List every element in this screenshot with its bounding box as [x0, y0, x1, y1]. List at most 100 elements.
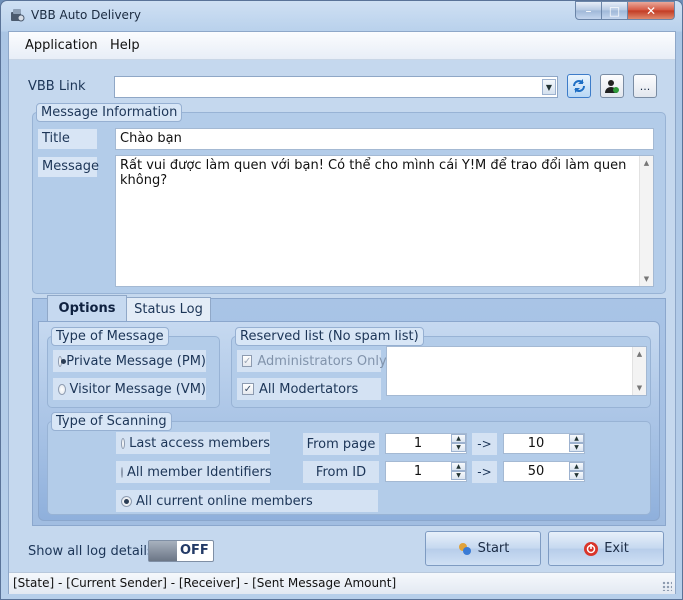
radio-unselected-icon	[58, 383, 66, 395]
from-id-arrow: ->	[472, 461, 497, 483]
spin-up-icon[interactable]: ▲	[451, 434, 466, 443]
menu-bar: Application Help	[9, 32, 675, 60]
from-id-end-value: 50	[527, 464, 545, 479]
app-icon	[11, 9, 25, 22]
refresh-icon	[573, 79, 585, 93]
options-panel: Type of Message Private Message (PM) Vis…	[38, 321, 660, 521]
start-icon	[458, 542, 471, 555]
exit-button[interactable]: Exit	[548, 531, 664, 566]
from-page-end-value: 10	[527, 436, 545, 451]
scroll-up-icon[interactable]: ▲	[633, 347, 646, 361]
power-icon	[584, 541, 599, 556]
tab-control: Options Status Log Type of Message Priva…	[32, 295, 666, 526]
user-button[interactable]	[600, 74, 624, 98]
message-label: Message	[38, 157, 99, 177]
from-page-start-stepper[interactable]: 1 ▲ ▼	[385, 433, 467, 454]
window-title: VBB Auto Delivery	[31, 8, 141, 22]
menu-help[interactable]: Help	[106, 38, 144, 53]
show-log-label: Show all log details	[28, 544, 154, 559]
browse-button[interactable]: ...	[633, 74, 657, 98]
visitor-message-label: Visitor Message (VM)	[69, 381, 207, 397]
message-text: Rất vui được làm quen với bạn! Có thể ch…	[120, 158, 627, 188]
radio-unselected-icon	[121, 437, 126, 449]
log-details-toggle[interactable]: OFF	[148, 540, 214, 562]
checkbox-all-moderators[interactable]: ✓ All Modertators	[237, 378, 381, 400]
status-bar: [State] - [Current Sender] - [Receiver] …	[9, 572, 675, 594]
all-current-online-members-label: All current online members	[136, 493, 313, 509]
title-input[interactable]: Chào bạn	[115, 128, 654, 150]
spin-down-icon[interactable]: ▼	[451, 443, 466, 452]
type-of-message-group: Type of Message Private Message (PM) Vis…	[47, 327, 220, 408]
spin-down-icon[interactable]: ▼	[569, 443, 584, 452]
vbb-link-label: VBB Link	[28, 79, 86, 94]
reserved-list-title: Reserved list (No spam list)	[235, 327, 424, 346]
scroll-down-icon[interactable]: ▼	[640, 272, 653, 286]
app-window: VBB Auto Delivery – □ ✕ Application Help…	[0, 0, 683, 600]
radio-visitor-message[interactable]: Visitor Message (VM)	[53, 378, 206, 400]
close-button[interactable]: ✕	[627, 1, 675, 20]
spin-up-icon[interactable]: ▲	[569, 462, 584, 471]
checkbox-checked-icon: ✓	[242, 383, 254, 395]
radio-selected-icon	[121, 495, 132, 507]
spin-down-icon[interactable]: ▼	[451, 471, 466, 480]
radio-unselected-icon	[121, 466, 123, 478]
menu-application[interactable]: Application	[21, 38, 102, 53]
from-page-label: From page	[303, 433, 379, 455]
spin-down-icon[interactable]: ▼	[569, 471, 584, 480]
title-label: Title	[38, 129, 97, 149]
radio-all-current-online-members[interactable]: All current online members	[116, 490, 378, 512]
reserved-list-group: Reserved list (No spam list) ✓ Administr…	[231, 327, 651, 408]
maximize-icon: □	[608, 3, 621, 18]
reserved-list-box[interactable]: ▲ ▼	[386, 346, 647, 396]
toggle-state: OFF	[180, 543, 209, 558]
message-textarea[interactable]: Rất vui được làm quen với bạn! Có thể ch…	[115, 155, 654, 287]
start-button[interactable]: Start	[425, 531, 541, 566]
start-label: Start	[477, 541, 510, 556]
user-icon	[605, 80, 619, 93]
all-moderators-label: All Modertators	[259, 381, 359, 397]
from-page-start-value: 1	[413, 436, 423, 451]
minimize-icon: –	[585, 3, 592, 18]
spin-up-icon[interactable]: ▲	[569, 434, 584, 443]
ellipsis-icon: ...	[639, 79, 651, 93]
radio-last-access-members[interactable]: Last access members	[116, 432, 270, 454]
checkbox-administrators-only[interactable]: ✓ Administrators Only	[237, 350, 387, 372]
from-page-arrow: ->	[472, 433, 497, 455]
from-id-start-value: 1	[413, 464, 423, 479]
reserved-list-scrollbar[interactable]: ▲ ▼	[632, 347, 646, 395]
toggle-knob[interactable]	[149, 541, 177, 561]
type-of-message-title: Type of Message	[51, 327, 169, 346]
minimize-button[interactable]: –	[575, 1, 602, 20]
refresh-button[interactable]	[567, 74, 591, 98]
scroll-down-icon[interactable]: ▼	[633, 381, 646, 395]
message-information-title: Message Information	[36, 103, 183, 122]
chevron-down-icon[interactable]: ▼	[542, 79, 556, 95]
maximize-button[interactable]: □	[601, 1, 628, 20]
client-area: Application Help VBB Link ▼ ... Message …	[8, 31, 676, 594]
scroll-up-icon[interactable]: ▲	[640, 156, 653, 170]
exit-label: Exit	[604, 541, 629, 556]
radio-private-message[interactable]: Private Message (PM)	[53, 350, 206, 372]
close-icon: ✕	[645, 3, 657, 18]
checkbox-checked-icon: ✓	[242, 355, 253, 367]
from-id-end-stepper[interactable]: 50 ▲ ▼	[503, 461, 585, 482]
spin-up-icon[interactable]: ▲	[451, 462, 466, 471]
from-page-end-stepper[interactable]: 10 ▲ ▼	[503, 433, 585, 454]
radio-selected-icon	[58, 355, 67, 367]
radio-all-member-identifiers[interactable]: All member Identifiers	[116, 461, 272, 483]
vbb-link-combo[interactable]: ▼	[114, 76, 558, 98]
private-message-label: Private Message (PM)	[66, 353, 206, 369]
administrators-only-label: Administrators Only	[257, 353, 387, 369]
tab-options[interactable]: Options	[47, 295, 127, 321]
tab-status-log[interactable]: Status Log	[126, 297, 211, 321]
from-id-start-stepper[interactable]: 1 ▲ ▼	[385, 461, 467, 482]
message-scrollbar[interactable]: ▲ ▼	[639, 156, 653, 286]
last-access-members-label: Last access members	[129, 435, 270, 451]
all-member-identifiers-label: All member Identifiers	[127, 464, 272, 480]
status-text: [State] - [Current Sender] - [Receiver] …	[13, 576, 397, 590]
type-of-scanning-title: Type of Scanning	[51, 412, 172, 431]
from-id-label: From ID	[303, 461, 379, 483]
resize-grip-icon[interactable]	[662, 581, 672, 591]
message-information-group: Message Information Title Chào bạn Messa…	[32, 103, 666, 294]
title-bar[interactable]: VBB Auto Delivery – □ ✕	[1, 1, 682, 31]
